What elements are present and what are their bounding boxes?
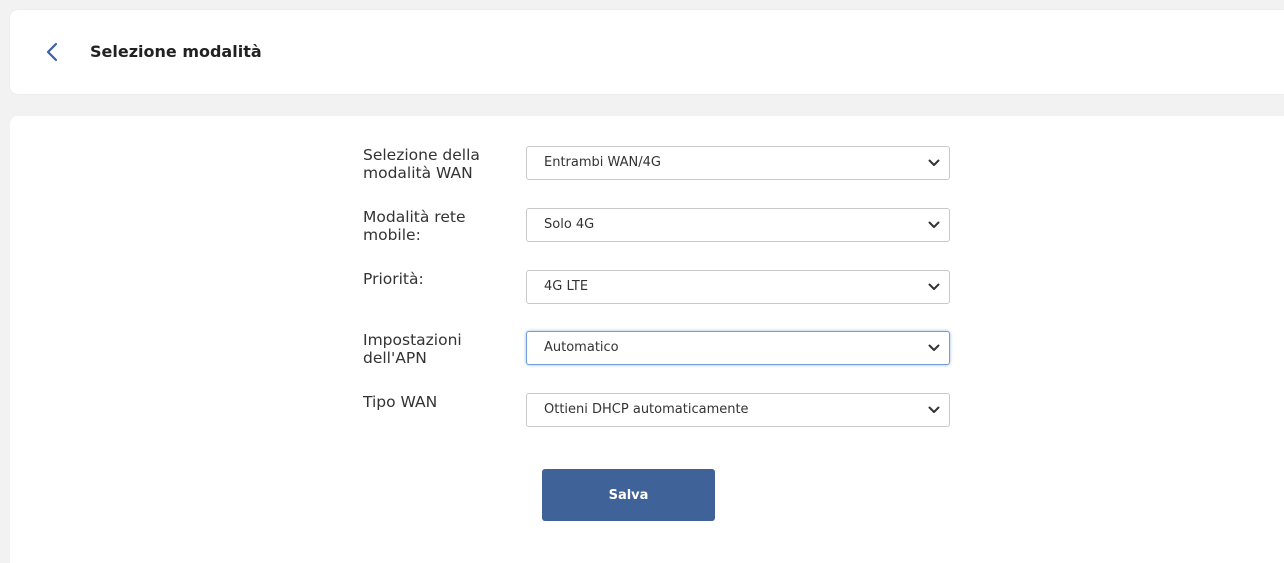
wan-type-value: Ottieni DHCP automaticamente [544, 402, 749, 417]
wan-mode-label: Selezione della modalità WAN [363, 146, 480, 182]
chevron-left-icon [46, 42, 58, 62]
page-title: Selezione modalità [90, 42, 262, 61]
chevron-down-icon [928, 406, 940, 413]
priority-value: 4G LTE [544, 279, 589, 294]
chevron-down-icon [928, 221, 940, 228]
back-button[interactable] [40, 40, 64, 64]
mobile-network-mode-label: Modalità rete mobile: [363, 208, 466, 244]
page: Selezione modalità Selezione della modal… [0, 0, 1284, 563]
apn-settings-select[interactable]: Automatico [526, 331, 950, 365]
chevron-down-icon [928, 283, 940, 290]
chevron-down-icon [928, 344, 940, 351]
wan-type-label: Tipo WAN [363, 393, 438, 411]
wan-mode-value: Entrambi WAN/4G [544, 155, 662, 170]
form-panel: Selezione della modalità WAN Entrambi WA… [10, 116, 1284, 563]
chevron-down-icon [928, 159, 940, 166]
page-header: Selezione modalità [10, 10, 1284, 94]
wan-type-select[interactable]: Ottieni DHCP automaticamente [526, 393, 950, 427]
save-button[interactable]: Salva [542, 469, 715, 521]
mobile-network-mode-select[interactable]: Solo 4G [526, 208, 950, 242]
wan-mode-select[interactable]: Entrambi WAN/4G [526, 146, 950, 180]
apn-settings-label: Impostazioni dell'APN [363, 331, 462, 367]
priority-label: Priorità: [363, 270, 424, 288]
priority-select[interactable]: 4G LTE [526, 270, 950, 304]
apn-settings-value: Automatico [544, 340, 619, 355]
mobile-network-mode-value: Solo 4G [544, 217, 595, 232]
